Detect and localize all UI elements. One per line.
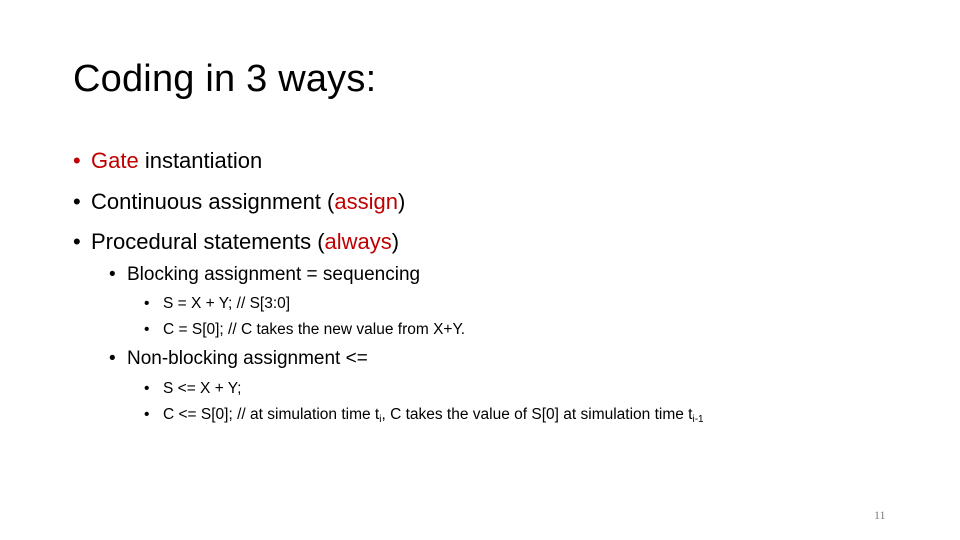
bullet-icon: • <box>144 295 150 312</box>
nonblocking-item: • S <= X + Y; <box>144 380 242 397</box>
bullet-icon: • <box>144 321 150 338</box>
keyword-gate: Gate <box>91 148 139 173</box>
bullet-icon: • <box>73 148 81 173</box>
bullet-gate-instantiation: • Gate instantiation <box>73 148 263 173</box>
page-number: 11 <box>874 508 886 522</box>
bullet-icon: • <box>144 406 150 423</box>
blocking-item: • C = S[0]; // C takes the new value from… <box>144 321 466 338</box>
bullet-icon: • <box>109 348 116 369</box>
bullet-icon: • <box>144 380 150 397</box>
nonblocking-item: • C <= S[0]; // at simulation time ti, C … <box>144 406 704 425</box>
bullet-procedural-statements: • Procedural statements (always) <box>73 229 400 254</box>
bullet-continuous-assignment: • Continuous assignment (assign) <box>73 189 406 214</box>
nonblocking-assignment-heading: • Non-blocking assignment <= <box>109 348 368 369</box>
slide-title: Coding in 3 ways: <box>73 58 377 100</box>
bullet-icon: • <box>73 229 81 254</box>
keyword-always: always <box>324 229 392 254</box>
bullet-icon: • <box>109 264 116 285</box>
keyword-assign: assign <box>334 189 398 214</box>
bullet-icon: • <box>73 189 81 214</box>
blocking-assignment-heading: • Blocking assignment = sequencing <box>109 264 421 285</box>
blocking-item: • S = X + Y; // S[3:0] <box>144 295 291 312</box>
